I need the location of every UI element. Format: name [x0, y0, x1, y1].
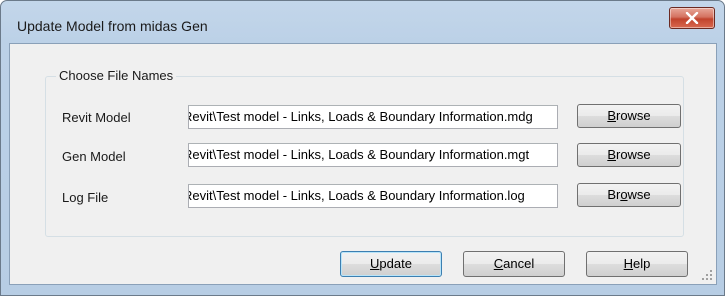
revit-browse-post: rowse [615, 108, 651, 123]
close-icon [685, 12, 699, 24]
log-file-browse-button[interactable]: Browse [577, 183, 681, 207]
log-file-label: Log File [62, 190, 109, 205]
revit-browse-key: B [607, 108, 616, 123]
dialog-window: Update Model from midas Gen Choose File … [0, 0, 725, 296]
log-browse-pre: Br [607, 187, 621, 202]
help-button[interactable]: Help [586, 251, 688, 277]
close-button[interactable] [669, 7, 715, 29]
help-rest: elp [633, 256, 651, 271]
log-browse-post: wse [627, 187, 651, 202]
log-browse-key: o [620, 187, 628, 202]
cancel-key: C [493, 256, 504, 271]
window-title: Update Model from midas Gen [17, 18, 208, 34]
title-bar[interactable]: Update Model from midas Gen [1, 1, 724, 43]
log-file-input[interactable]: Revit\Test model - Links, Loads & Bounda… [188, 184, 558, 208]
update-rest: pdate [379, 256, 412, 271]
help-key: H [623, 256, 634, 271]
dialog-client-area: Choose File Names Revit Model Revit\Test… [9, 43, 717, 285]
gen-browse-post: rowse [615, 147, 651, 162]
revit-model-browse-button[interactable]: Browse [577, 104, 681, 128]
choose-file-names-group: Choose File Names Revit Model Revit\Test… [45, 68, 684, 237]
update-button[interactable]: Update [340, 251, 442, 277]
gen-model-input[interactable]: Revit\Test model - Links, Loads & Bounda… [188, 143, 558, 167]
cancel-button[interactable]: Cancel [463, 251, 565, 277]
revit-model-value: Revit\Test model - Links, Loads & Bounda… [188, 109, 533, 124]
log-file-value: Revit\Test model - Links, Loads & Bounda… [188, 188, 525, 203]
cancel-rest: ancel [503, 256, 535, 271]
group-label: Choose File Names [56, 68, 177, 83]
gen-model-value: Revit\Test model - Links, Loads & Bounda… [188, 147, 530, 162]
revit-model-input[interactable]: Revit\Test model - Links, Loads & Bounda… [188, 105, 558, 129]
gen-browse-key: B [607, 147, 616, 162]
gen-model-label: Gen Model [62, 149, 126, 164]
gen-model-browse-button[interactable]: Browse [577, 143, 681, 167]
resize-grip-icon[interactable] [701, 269, 713, 281]
revit-model-label: Revit Model [62, 110, 131, 125]
update-key: U [370, 256, 380, 271]
